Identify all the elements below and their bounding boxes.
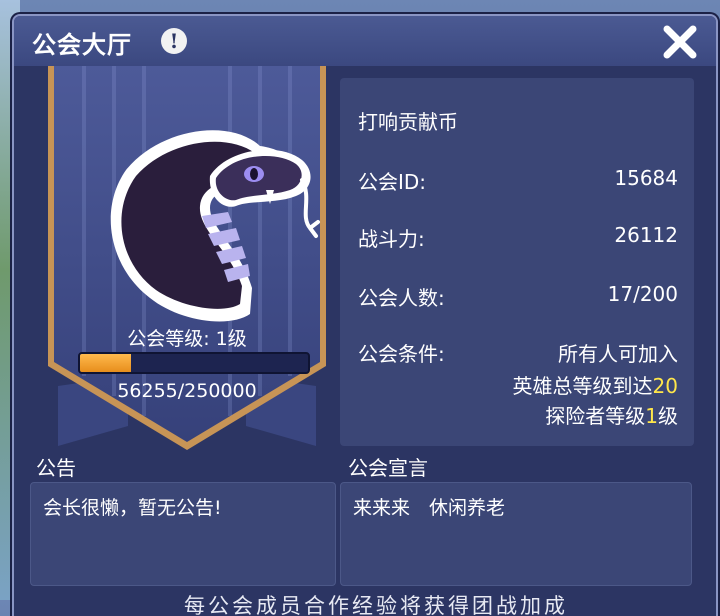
hero-level-requirement: 英雄总等级到达20 bbox=[513, 370, 678, 399]
explorer-level-requirement-suffix: 级 bbox=[658, 404, 678, 428]
footer-hint-text: 每公会成员合作经验将获得团战加成 bbox=[184, 594, 568, 616]
guild-members-row: 公会人数: 17/200 bbox=[358, 282, 678, 310]
guild-condition-value: 所有人可加入 bbox=[558, 342, 678, 366]
info-icon[interactable]: ! bbox=[161, 28, 187, 54]
guild-level-label: 公会等级: 1级 bbox=[127, 328, 247, 350]
guild-power-row: 战斗力: 26112 bbox=[358, 223, 678, 251]
notice-box[interactable]: 会长很懒，暂无公告! bbox=[30, 482, 336, 586]
guild-exp-bar bbox=[78, 352, 310, 374]
guild-power-label: 战斗力: bbox=[358, 227, 425, 251]
title-bar: 公会大厅 ! bbox=[14, 16, 716, 66]
guild-name: 打响贡献币 bbox=[358, 110, 458, 134]
guild-id-row: 公会ID: 15684 bbox=[358, 166, 678, 194]
cobra-emblem-icon bbox=[110, 130, 320, 322]
declaration-box[interactable]: 来来来 休闲养老 bbox=[340, 482, 692, 586]
guild-members-value: 17/200 bbox=[607, 282, 678, 306]
guild-id-label: 公会ID: bbox=[358, 170, 427, 194]
guild-members-label: 公会人数: bbox=[358, 286, 445, 310]
guild-condition-label: 公会条件: bbox=[358, 342, 445, 366]
explorer-level-requirement: 探险者等级1级 bbox=[545, 400, 678, 429]
notice-title: 公告 bbox=[36, 456, 76, 480]
guild-power-value: 26112 bbox=[614, 223, 678, 247]
guild-hall-panel: 公会大厅 ! 公会等级: 1级 56255/250000 打响贡献币 公会ID:… bbox=[12, 14, 718, 616]
guild-id-value: 15684 bbox=[614, 166, 678, 190]
guild-info-panel: 打响贡献币 公会ID: 15684 战斗力: 26112 公会人数: 17/20… bbox=[340, 78, 694, 446]
guild-condition-row: 公会条件: 所有人可加入 bbox=[358, 338, 678, 366]
notice-content: 会长很懒，暂无公告! bbox=[43, 497, 222, 519]
hero-level-requirement-number: 20 bbox=[652, 374, 678, 398]
guild-banner: 公会等级: 1级 56255/250000 bbox=[44, 66, 330, 456]
guild-exp-text: 56255/250000 bbox=[117, 380, 257, 402]
window-title: 公会大厅 bbox=[32, 31, 132, 59]
declaration-content: 来来来 休闲养老 bbox=[353, 497, 506, 519]
guild-name-row: 打响贡献币 bbox=[358, 106, 678, 134]
explorer-level-requirement-number: 1 bbox=[645, 404, 658, 428]
close-icon bbox=[663, 25, 697, 59]
close-button[interactable] bbox=[660, 22, 700, 62]
declaration-title: 公会宣言 bbox=[348, 456, 428, 480]
explorer-level-requirement-text: 探险者等级 bbox=[545, 404, 646, 428]
guild-exp-fill bbox=[80, 354, 132, 372]
hero-level-requirement-text: 英雄总等级到达 bbox=[512, 374, 653, 398]
